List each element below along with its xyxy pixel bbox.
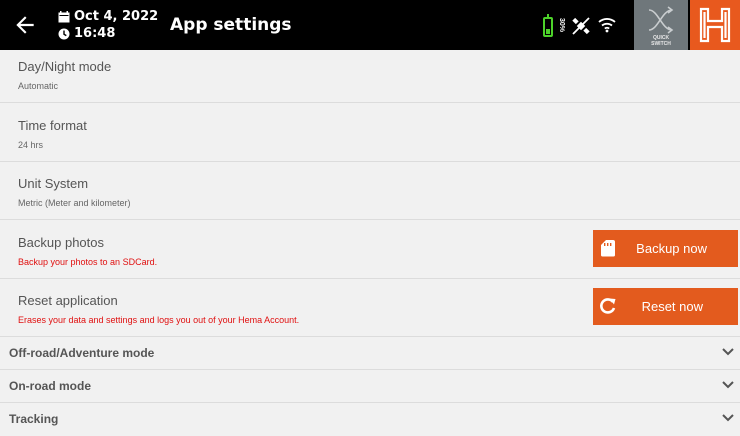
- setting-unit-system[interactable]: Unit System Metric (Meter and kilometer): [0, 162, 740, 220]
- hema-logo-icon: [699, 7, 731, 43]
- setting-title: Reset application: [18, 293, 118, 308]
- settings-list: Day/Night mode Automatic Time format 24 …: [0, 50, 740, 436]
- gps-off-icon: [572, 17, 590, 35]
- page-title: App settings: [170, 15, 292, 35]
- calendar-icon: [58, 10, 70, 22]
- reset-now-label: Reset now: [641, 299, 703, 314]
- section-off-road-mode[interactable]: Off-road/Adventure mode: [0, 337, 740, 370]
- chevron-down-icon: [722, 381, 734, 389]
- setting-reset-application: Reset application Erases your data and s…: [0, 279, 740, 337]
- reset-now-button[interactable]: Reset now: [593, 288, 738, 325]
- setting-value: Automatic: [18, 81, 59, 91]
- time-text: 16:48: [74, 26, 116, 41]
- quick-switch-icon: [648, 6, 674, 34]
- top-bar: Oct 4, 2022 16:48 App settings 30% QUICK…: [0, 0, 740, 50]
- clock-icon: [58, 28, 70, 39]
- quick-switch-label: SWITCH: [651, 41, 671, 47]
- backup-now-button[interactable]: Backup now: [593, 230, 738, 267]
- setting-description: Backup your photos to an SDCard.: [18, 257, 158, 267]
- setting-day-night-mode[interactable]: Day/Night mode Automatic: [0, 50, 740, 103]
- setting-title: Day/Night mode: [18, 59, 112, 74]
- section-label: Tracking: [9, 412, 59, 426]
- quick-switch-button[interactable]: QUICK SWITCH: [634, 0, 688, 50]
- setting-title: Unit System: [18, 176, 89, 191]
- date-text: Oct 4, 2022: [74, 9, 159, 24]
- chevron-down-icon: [722, 348, 734, 356]
- setting-title: Backup photos: [18, 235, 105, 250]
- section-label: On-road mode: [9, 379, 92, 393]
- wifi-icon: [598, 18, 616, 33]
- setting-time-format[interactable]: Time format 24 hrs: [0, 103, 740, 162]
- section-tracking[interactable]: Tracking: [0, 403, 740, 436]
- setting-value: 24 hrs: [18, 140, 44, 150]
- battery-icon: [543, 14, 553, 37]
- setting-description: Erases your data and settings and logs y…: [18, 315, 300, 325]
- battery-fill: [546, 29, 550, 34]
- setting-title: Time format: [18, 118, 87, 133]
- backup-now-label: Backup now: [636, 241, 707, 256]
- setting-value: Metric (Meter and kilometer): [18, 198, 131, 208]
- section-on-road-mode[interactable]: On-road mode: [0, 370, 740, 403]
- back-arrow-icon[interactable]: [12, 12, 38, 38]
- chevron-down-icon: [722, 414, 734, 422]
- date-time: Oct 4, 2022 16:48: [58, 8, 158, 42]
- section-label: Off-road/Adventure mode: [9, 346, 155, 360]
- hema-brand-button[interactable]: [690, 0, 740, 50]
- setting-backup-photos: Backup photos Backup your photos to an S…: [0, 220, 740, 279]
- battery-percentage: 30%: [558, 18, 565, 33]
